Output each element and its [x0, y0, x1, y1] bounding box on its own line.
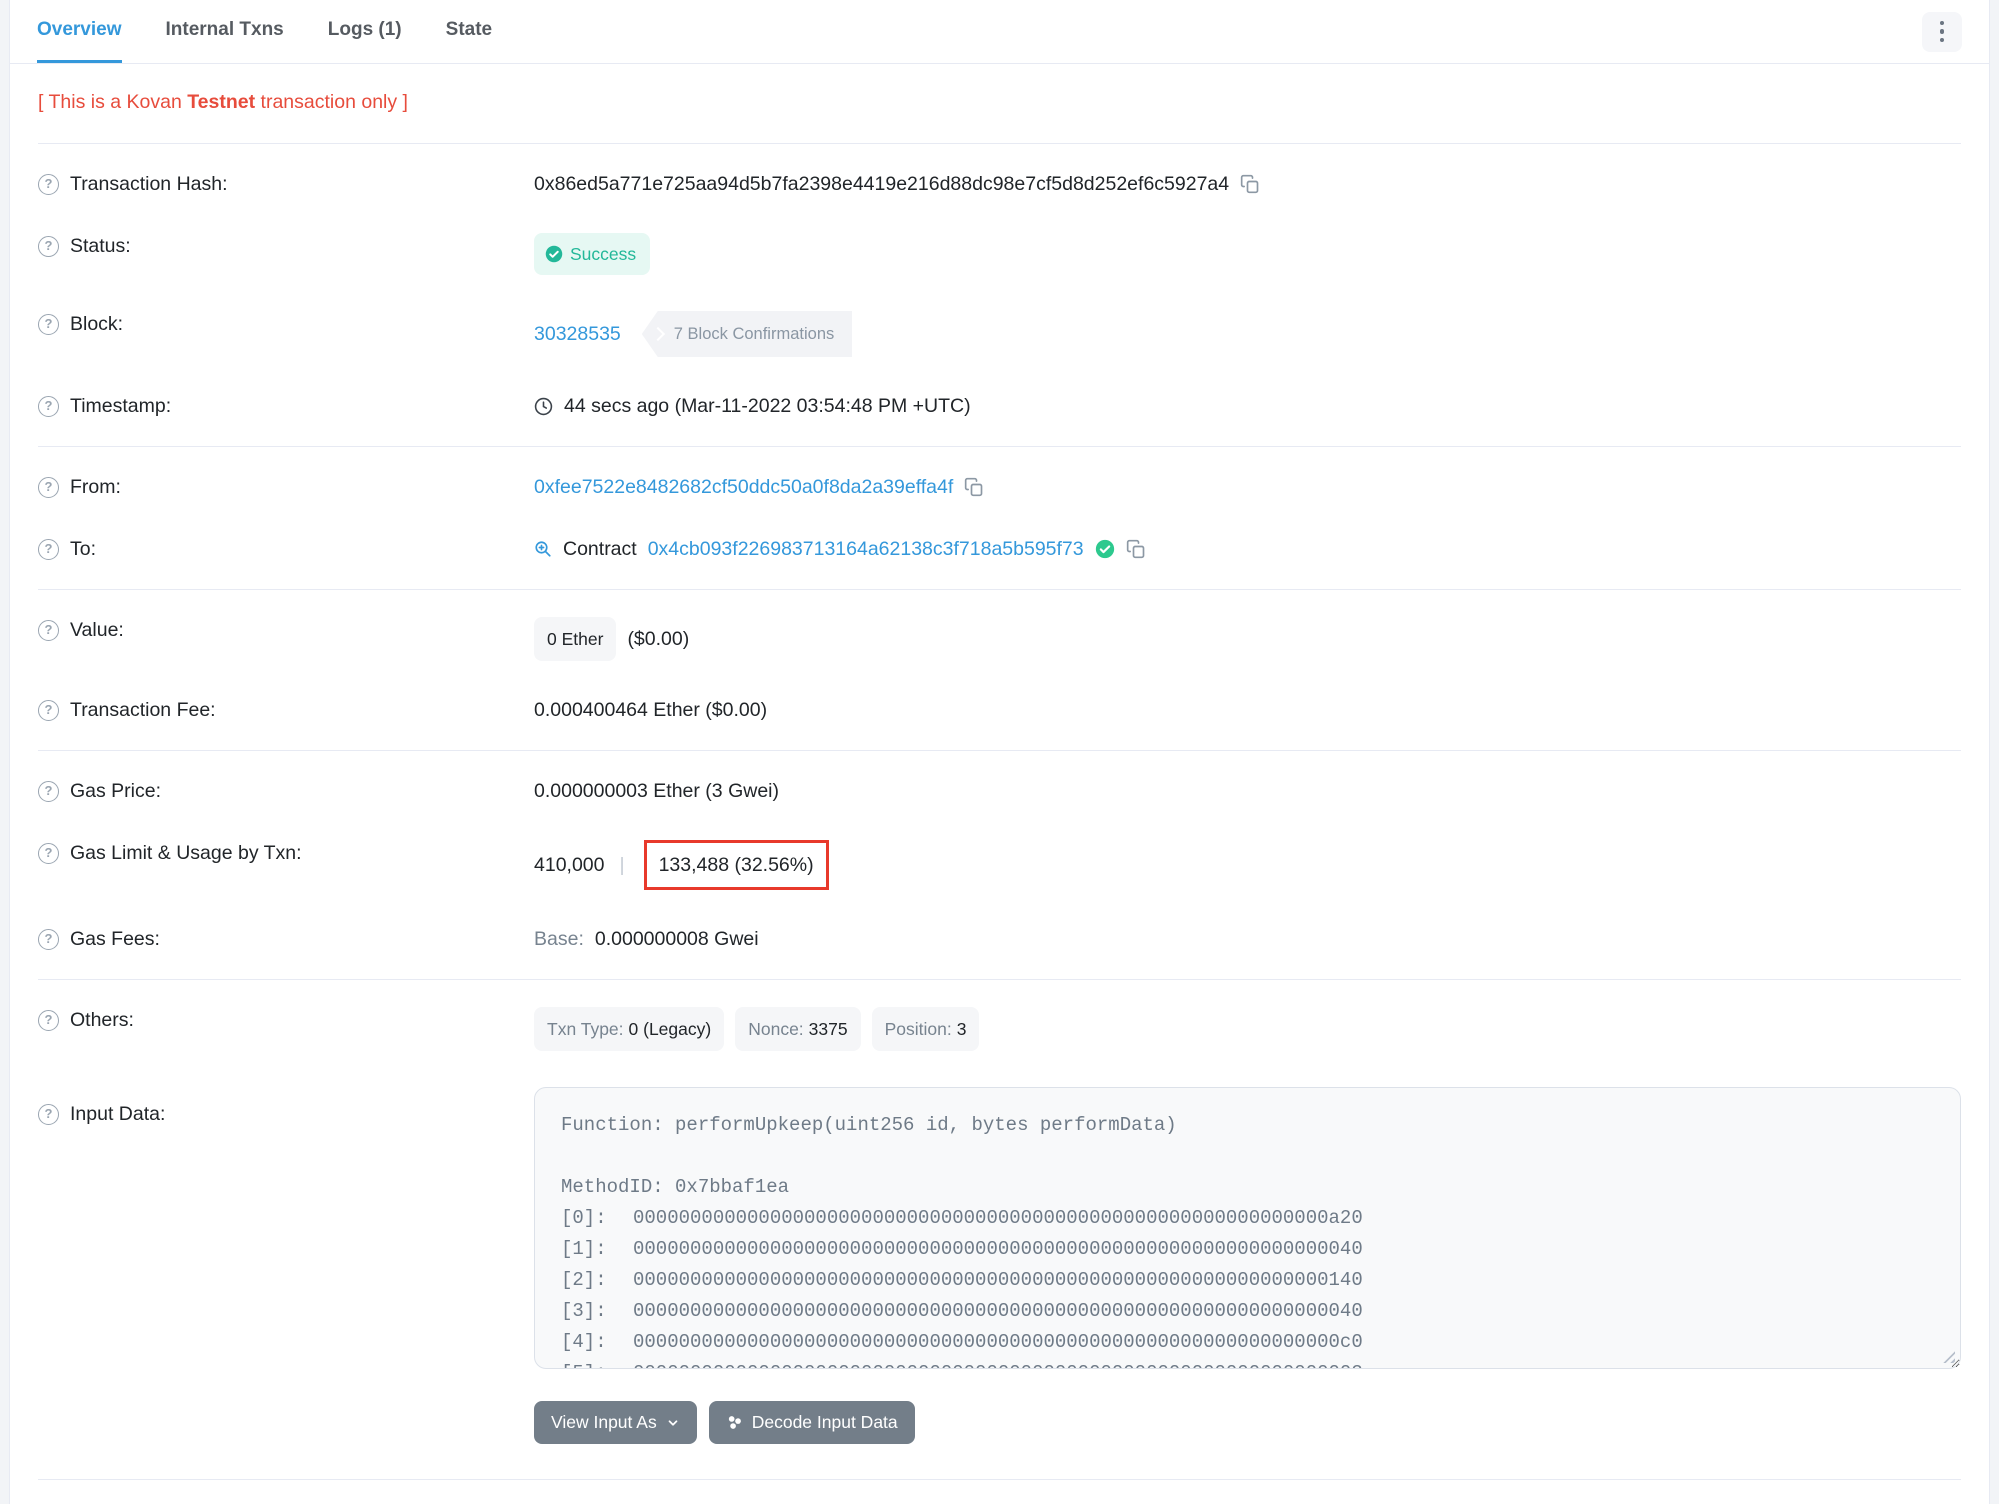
value-usd: ($0.00) [627, 628, 690, 650]
help-icon[interactable]: ? [38, 699, 59, 721]
tab-internal-txns[interactable]: Internal Txns [166, 0, 284, 63]
block-label: Block: [70, 313, 124, 335]
transaction-hash-value: 0x86ed5a771e725aa94d5b7fa2398e4419e216d8… [534, 173, 1230, 195]
input-param: [5]:000000000000000000000000000000000000… [561, 1358, 1934, 1368]
row-transaction-fee: ? Transaction Fee: 0.000400464 Ether ($0… [38, 679, 1961, 741]
clock-icon [534, 397, 553, 415]
help-icon[interactable]: ? [38, 173, 59, 195]
input-method-id: MethodID: 0x7bbaf1ea [561, 1176, 790, 1198]
help-icon[interactable]: ? [38, 235, 59, 257]
help-icon[interactable]: ? [38, 476, 59, 498]
block-number-link[interactable]: 30328535 [534, 321, 621, 347]
status-badge: Success [534, 233, 651, 275]
group-value: ? Value: 0 Ether ($0.00) ? Transaction F… [38, 590, 1961, 751]
tab-state[interactable]: State [446, 0, 492, 63]
input-data-box[interactable]: Function: performUpkeep(uint256 id, byte… [534, 1087, 1961, 1369]
check-circle-icon [545, 245, 563, 263]
input-data-actions: View Input As Decode Input Data [534, 1401, 1961, 1444]
to-address-link[interactable]: 0x4cb093f226983713164a62138c3f718a5b595f… [648, 536, 1084, 562]
timestamp-value: 44 secs ago (Mar-11-2022 03:54:48 PM +UT… [564, 395, 971, 417]
help-icon[interactable]: ? [38, 313, 59, 335]
group-summary: ? Transaction Hash: 0x86ed5a771e725aa94d… [38, 144, 1961, 447]
nonce-badge: Nonce: 3375 [735, 1007, 861, 1051]
input-param: [4]: 000000000000000000000000000000000000… [561, 1331, 1363, 1353]
group-addresses: ? From: 0xfee7522e8482682cf50ddc50a0f8da… [38, 447, 1961, 590]
view-input-as-button[interactable]: View Input As [534, 1401, 697, 1444]
gas-usage-value: 133,488 (32.56%) [658, 854, 814, 876]
from-address-link[interactable]: 0xfee7522e8482682cf50ddc50a0f8da2a39effa… [534, 474, 953, 500]
decode-icon [728, 1416, 741, 1429]
help-icon[interactable]: ? [38, 619, 59, 641]
transaction-hash-label: Transaction Hash: [70, 173, 228, 195]
ether-value-badge: 0 Ether [534, 617, 617, 661]
row-block: ? Block: 30328535 7 Block Confirmations [38, 293, 1961, 375]
decode-input-data-button[interactable]: Decode Input Data [708, 1401, 915, 1444]
tab-overview[interactable]: Overview [37, 0, 122, 63]
input-data-label: Input Data: [70, 1103, 166, 1125]
kebab-menu-icon[interactable] [1922, 11, 1962, 52]
to-type-label: Contract [563, 538, 637, 560]
transaction-fee-value: 0.000400464 Ether ($0.00) [534, 699, 768, 721]
input-param: [1]: 000000000000000000000000000000000000… [561, 1238, 1363, 1260]
copy-icon[interactable] [1240, 174, 1260, 194]
gas-fees-base-label: Base: [534, 928, 584, 950]
block-confirmations-badge: 7 Block Confirmations [641, 311, 853, 357]
gas-fees-label: Gas Fees: [70, 928, 160, 950]
copy-icon[interactable] [1126, 539, 1146, 559]
magnifier-plus-icon[interactable] [534, 540, 552, 558]
copy-icon[interactable] [964, 477, 984, 497]
input-param: [0]: 000000000000000000000000000000000000… [561, 1207, 1363, 1229]
row-from: ? From: 0xfee7522e8482682cf50ddc50a0f8da… [38, 456, 1961, 518]
gas-usage-annotation-box: 133,488 (32.56%) [643, 840, 829, 890]
row-gas-price: ? Gas Price: 0.000000003 Ether (3 Gwei) [38, 760, 1961, 822]
separator: | [619, 854, 625, 876]
row-transaction-hash: ? Transaction Hash: 0x86ed5a771e725aa94d… [38, 153, 1961, 215]
others-label: Others: [70, 1009, 134, 1031]
from-label: From: [70, 476, 121, 498]
help-icon[interactable]: ? [38, 538, 59, 560]
row-timestamp: ? Timestamp: 44 secs ago (Mar-11-2022 03… [38, 375, 1961, 437]
help-icon[interactable]: ? [38, 1103, 59, 1125]
testnet-warning: [ This is a Kovan Testnet transaction on… [38, 64, 1961, 144]
row-value: ? Value: 0 Ether ($0.00) [38, 599, 1961, 679]
gas-price-value: 0.000000003 Ether (3 Gwei) [534, 780, 779, 802]
value-label: Value: [70, 619, 124, 641]
gas-price-label: Gas Price: [70, 780, 162, 802]
transaction-fee-label: Transaction Fee: [70, 699, 216, 721]
gas-fees-base-value: 0.000000008 Gwei [594, 928, 759, 950]
gas-limit-value: 410,000 [534, 854, 605, 876]
row-gas-limit-usage: ? Gas Limit & Usage by Txn: 410,000 | 13… [38, 822, 1961, 908]
row-gas-fees: ? Gas Fees: Base: 0.000000008 Gwei [38, 908, 1961, 970]
transaction-card: Overview Internal Txns Logs (1) State [ … [9, 0, 1990, 1504]
gas-limit-usage-label: Gas Limit & Usage by Txn: [70, 842, 302, 864]
position-badge: Position: 3 [871, 1007, 980, 1051]
tab-logs[interactable]: Logs (1) [328, 0, 402, 63]
row-status: ? Status: Success [38, 215, 1961, 293]
input-param: [2]: 000000000000000000000000000000000000… [561, 1269, 1363, 1291]
row-input-data: ? Input Data: Function: performUpkeep(ui… [38, 1069, 1961, 1387]
row-others: ? Others: Txn Type: 0 (Legacy) Nonce: 3375… [38, 989, 1961, 1069]
help-icon[interactable]: ? [38, 842, 59, 864]
help-icon[interactable]: ? [38, 395, 59, 417]
to-label: To: [70, 538, 97, 560]
txn-type-badge: Txn Type: 0 (Legacy) [534, 1007, 725, 1051]
chevron-down-icon [668, 1419, 678, 1426]
help-icon[interactable]: ? [38, 928, 59, 950]
input-param: [3]: 000000000000000000000000000000000000… [561, 1300, 1363, 1322]
group-gas: ? Gas Price: 0.000000003 Ether (3 Gwei) … [38, 751, 1961, 980]
help-icon[interactable]: ? [38, 1009, 59, 1031]
row-to: ? To: Contract 0x4cb093f226983713164a621… [38, 518, 1961, 580]
help-icon[interactable]: ? [38, 780, 59, 802]
tab-bar: Overview Internal Txns Logs (1) State [10, 0, 1989, 64]
input-function-signature: Function: performUpkeep(uint256 id, byte… [561, 1114, 1177, 1136]
timestamp-label: Timestamp: [70, 395, 172, 417]
verified-check-icon [1095, 539, 1114, 559]
status-label: Status: [70, 235, 131, 257]
group-others: ? Others: Txn Type: 0 (Legacy) Nonce: 3375… [38, 980, 1961, 1480]
